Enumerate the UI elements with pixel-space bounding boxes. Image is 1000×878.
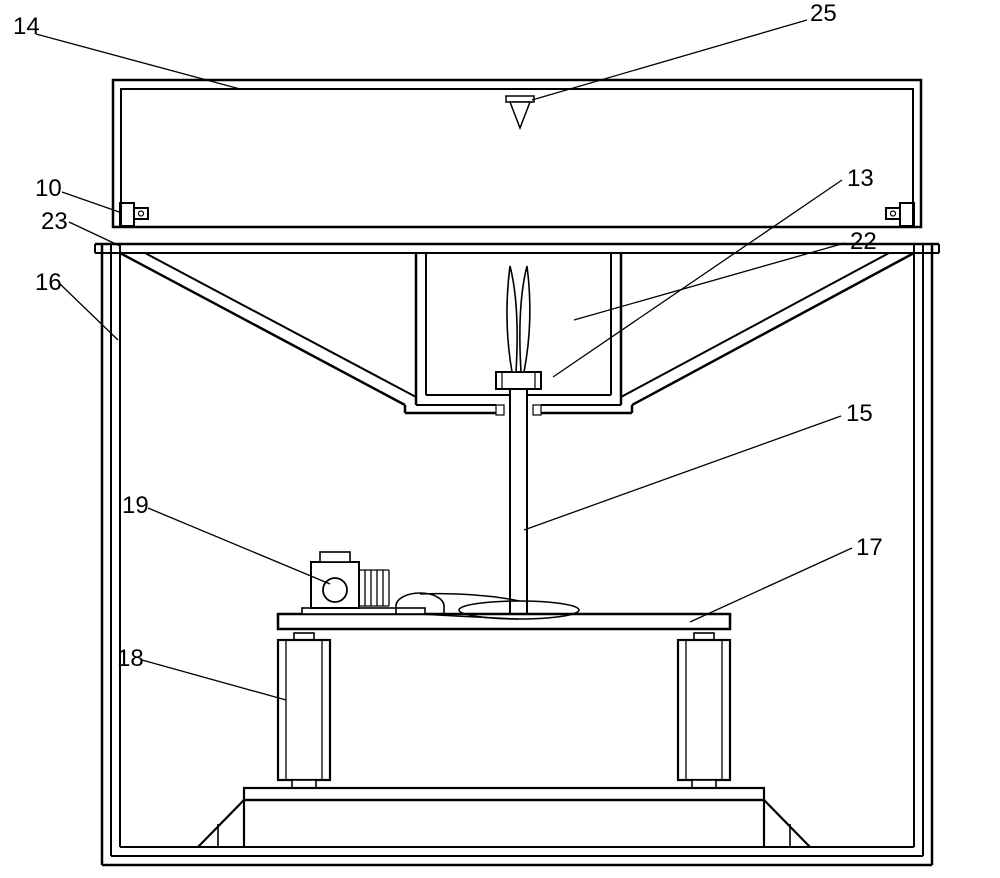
pedestal bbox=[198, 788, 810, 847]
motor bbox=[302, 552, 579, 619]
turntable-plate bbox=[278, 614, 730, 629]
clamp-right bbox=[886, 203, 914, 226]
label-13: 13 bbox=[847, 165, 874, 193]
cylinder-right bbox=[678, 640, 730, 780]
diagram-container: 14 25 10 23 16 13 22 15 17 19 18 bbox=[0, 0, 1000, 878]
label-23: 23 bbox=[41, 208, 68, 236]
label-14: 14 bbox=[13, 13, 40, 41]
label-10: 10 bbox=[35, 175, 62, 203]
label-19: 19 bbox=[122, 492, 149, 520]
leader-lines bbox=[36, 20, 852, 700]
shaft bbox=[496, 389, 541, 614]
leaf-pair bbox=[507, 266, 530, 372]
clamp-left bbox=[120, 203, 148, 226]
label-15: 15 bbox=[846, 400, 873, 428]
cylinder-left bbox=[278, 640, 330, 780]
label-17: 17 bbox=[856, 534, 883, 562]
label-18: 18 bbox=[117, 645, 144, 673]
label-22: 22 bbox=[850, 228, 877, 256]
mechanical-schematic bbox=[0, 0, 1000, 878]
turntable-supports bbox=[294, 633, 714, 640]
label-16: 16 bbox=[35, 269, 62, 297]
label-25: 25 bbox=[810, 0, 837, 28]
rod-disc bbox=[496, 372, 541, 389]
nozzle bbox=[506, 96, 534, 128]
